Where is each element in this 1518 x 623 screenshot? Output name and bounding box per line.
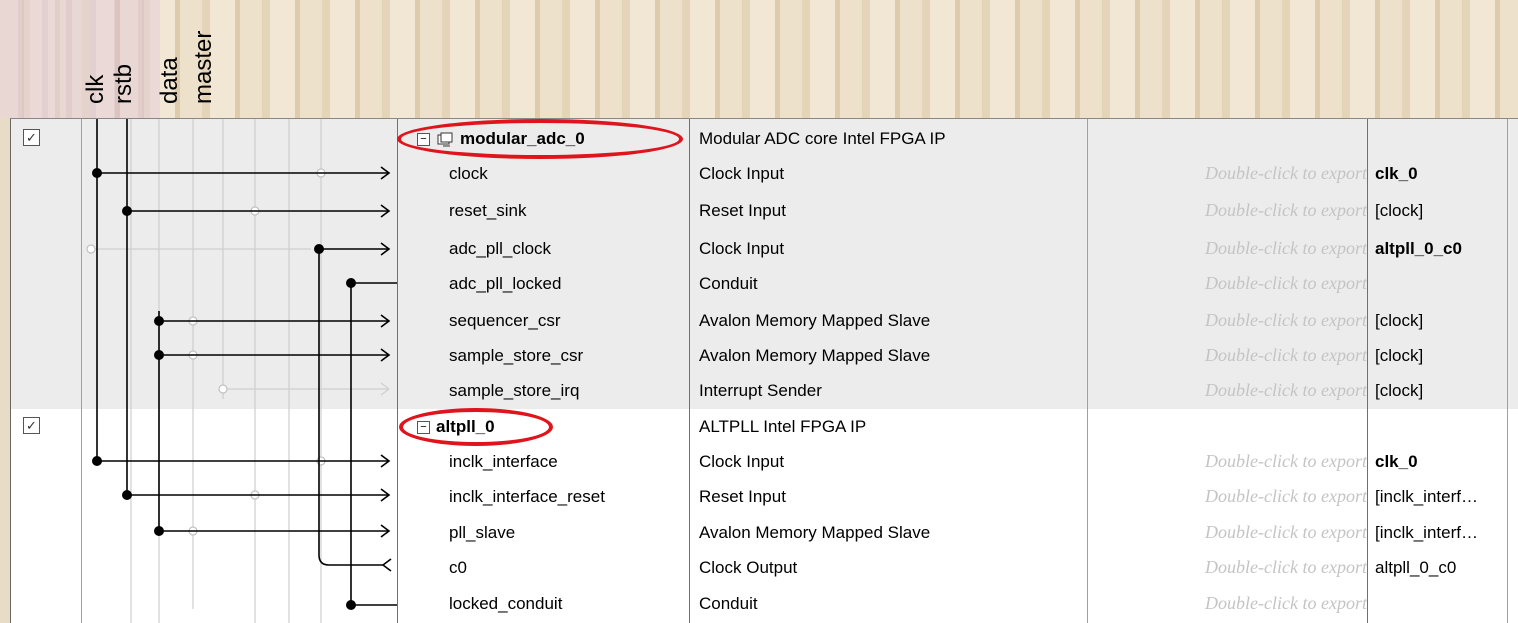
clock-cell[interactable]: [clock] — [1375, 338, 1518, 373]
export-cell[interactable]: Double-click to export — [1107, 373, 1367, 408]
interface-description: Conduit — [699, 594, 758, 613]
component-row-modular-adc-0[interactable]: ✓ − modular_adc_0 Modular ADC core Intel … — [11, 121, 1518, 156]
clock-cell[interactable]: altpll_0_c0 — [1375, 231, 1518, 266]
interface-row[interactable]: reset_sink Reset Input Double-click to e… — [11, 193, 1518, 228]
interface-name: inclk_interface — [449, 452, 558, 471]
interface-row[interactable]: inclk_interface_reset Reset Input Double… — [11, 479, 1518, 514]
export-cell[interactable]: Double-click to export — [1107, 231, 1367, 266]
interface-name: clock — [449, 164, 488, 183]
export-cell[interactable]: Double-click to export — [1107, 338, 1367, 373]
clock-cell[interactable]: clk_0 — [1375, 444, 1518, 479]
export-cell[interactable]: Double-click to export — [1107, 444, 1367, 479]
export-cell[interactable]: Double-click to export — [1107, 515, 1367, 550]
interface-row[interactable]: inclk_interface Clock Input Double-click… — [11, 444, 1518, 479]
interface-name: sample_store_irq — [449, 381, 580, 400]
interface-row[interactable]: clock Clock Input Double-click to export… — [11, 156, 1518, 191]
interface-description: Clock Input — [699, 239, 785, 258]
interface-row[interactable]: locked_conduit Conduit Double-click to e… — [11, 586, 1518, 621]
enable-checkbox[interactable]: ✓ — [23, 417, 40, 434]
interface-row[interactable]: sample_store_irq Interrupt Sender Double… — [11, 373, 1518, 408]
interface-description: Reset Input — [699, 201, 786, 220]
interface-description: Conduit — [699, 274, 758, 293]
highlight-ring-altpll — [399, 408, 553, 446]
interface-description: Clock Input — [699, 164, 785, 183]
checkmark-icon: ✓ — [26, 130, 37, 145]
interface-row[interactable]: adc_pll_clock Clock Input Double-click t… — [11, 231, 1518, 266]
interface-description: Clock Output — [699, 558, 798, 577]
column-label-rstb: rstb — [110, 63, 137, 104]
interface-name: inclk_interface_reset — [449, 487, 605, 506]
interface-name: locked_conduit — [449, 594, 563, 613]
interface-description: Avalon Memory Mapped Slave — [699, 311, 931, 330]
interface-description: Interrupt Sender — [699, 381, 822, 400]
interface-name: c0 — [449, 558, 467, 577]
interface-row[interactable]: pll_slave Avalon Memory Mapped Slave Dou… — [11, 515, 1518, 550]
component-row-altpll-0[interactable]: ✓ − altpll_0 ALTPLL Intel FPGA IP — [11, 409, 1518, 444]
enable-checkbox[interactable]: ✓ — [23, 129, 40, 146]
interface-row[interactable]: sample_store_csr Avalon Memory Mapped Sl… — [11, 338, 1518, 373]
interface-name: sample_store_csr — [449, 346, 584, 365]
clock-cell[interactable]: [clock] — [1375, 193, 1518, 228]
interface-name: adc_pll_locked — [449, 274, 562, 293]
system-contents-table: ✓ − modular_adc_0 Modular ADC core Intel … — [10, 118, 1518, 623]
export-cell[interactable]: Double-click to export — [1107, 266, 1367, 301]
interface-row[interactable]: c0 Clock Output Double-click to export a… — [11, 550, 1518, 585]
clock-cell[interactable]: altpll_0_c0 — [1375, 550, 1518, 585]
column-label-clk: clk — [82, 74, 109, 104]
clock-cell[interactable]: [clock] — [1375, 373, 1518, 408]
export-cell[interactable]: Double-click to export — [1107, 550, 1367, 585]
slide-background — [0, 0, 1518, 118]
export-cell[interactable]: Double-click to export — [1107, 193, 1367, 228]
interface-name: sequencer_csr — [449, 311, 561, 330]
checkmark-icon: ✓ — [26, 418, 37, 433]
clock-cell[interactable]: [inclk_interf… — [1375, 479, 1518, 514]
export-cell[interactable]: Double-click to export — [1107, 586, 1367, 621]
interface-row[interactable]: adc_pll_locked Conduit Double-click to e… — [11, 266, 1518, 301]
highlight-ring-modular-adc — [397, 119, 683, 159]
clock-cell[interactable]: [clock] — [1375, 303, 1518, 338]
column-label-data: data — [156, 57, 183, 104]
interface-description: Reset Input — [699, 487, 786, 506]
clock-cell[interactable]: [inclk_interf… — [1375, 515, 1518, 550]
clock-cell[interactable] — [1375, 266, 1518, 301]
column-label-master: master — [190, 30, 217, 104]
component-description: ALTPLL Intel FPGA IP — [699, 417, 867, 436]
interface-name: adc_pll_clock — [449, 239, 552, 258]
clock-cell[interactable]: clk_0 — [1375, 156, 1518, 191]
export-cell[interactable]: Double-click to export — [1107, 303, 1367, 338]
interface-description: Clock Input — [699, 452, 785, 471]
interface-description: Avalon Memory Mapped Slave — [699, 346, 931, 365]
clock-cell[interactable] — [1375, 586, 1518, 621]
interface-description: Avalon Memory Mapped Slave — [699, 523, 931, 542]
component-description: Modular ADC core Intel FPGA IP — [699, 129, 946, 148]
interface-row[interactable]: sequencer_csr Avalon Memory Mapped Slave… — [11, 303, 1518, 338]
export-cell[interactable]: Double-click to export — [1107, 156, 1367, 191]
interface-name: pll_slave — [449, 523, 516, 542]
export-cell[interactable]: Double-click to export — [1107, 479, 1367, 514]
interface-name: reset_sink — [449, 201, 527, 220]
